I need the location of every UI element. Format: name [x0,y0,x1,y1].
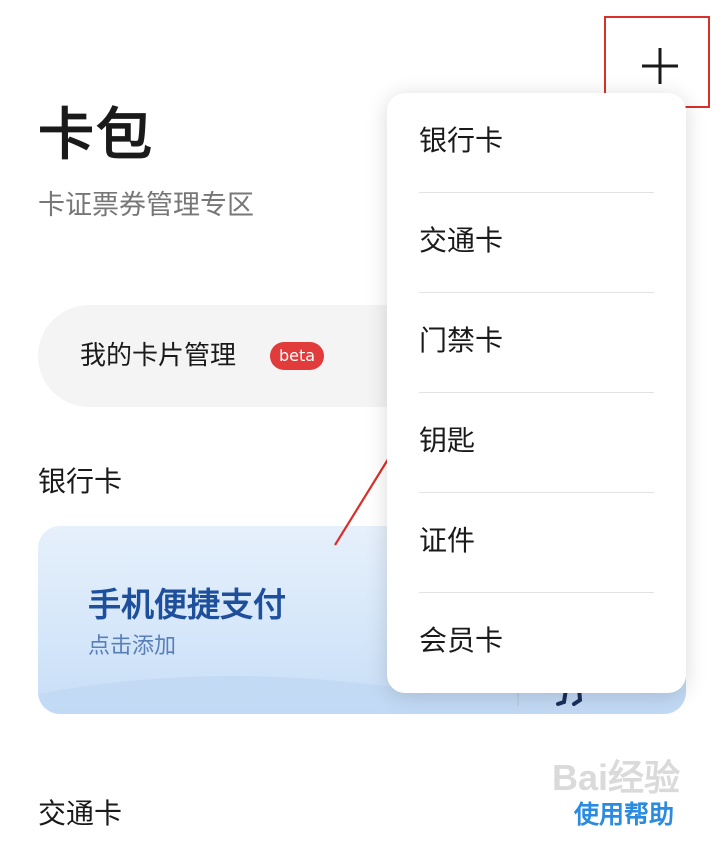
plus-icon [642,48,678,84]
help-link[interactable]: 使用帮助 [574,802,674,827]
menu-item-key[interactable]: 钥匙 [419,393,654,493]
menu-item-access-card[interactable]: 门禁卡 [419,293,654,393]
banner-subtitle: 点击添加 [88,634,177,659]
menu-item-id-document[interactable]: 证件 [419,493,654,593]
page-title: 卡包 [38,103,154,168]
menu-item-bank-card[interactable]: 银行卡 [419,93,654,193]
page-subtitle: 卡证票券管理专区 [38,190,254,221]
menu-item-label: 银行卡 [419,124,504,157]
menu-item-label: 门禁卡 [419,324,504,357]
menu-item-transit-card[interactable]: 交通卡 [419,193,654,293]
banner-title: 手机便捷支付 [88,585,286,624]
menu-item-label: 证件 [419,524,476,557]
menu-item-label: 会员卡 [419,624,504,657]
baidu-jingyan-watermark: Bai经验 [552,757,681,798]
menu-item-label: 钥匙 [419,424,476,457]
menu-item-label: 交通卡 [419,224,504,257]
card-management-label: 我的卡片管理 [80,341,237,371]
add-card-dropdown-menu: 银行卡 交通卡 门禁卡 钥匙 证件 会员卡 [387,93,686,693]
bank-card-section-heading: 银行卡 [38,465,123,498]
beta-badge: beta [270,342,324,370]
menu-item-membership-card[interactable]: 会员卡 [419,593,654,693]
transit-card-section-heading: 交通卡 [38,797,123,830]
